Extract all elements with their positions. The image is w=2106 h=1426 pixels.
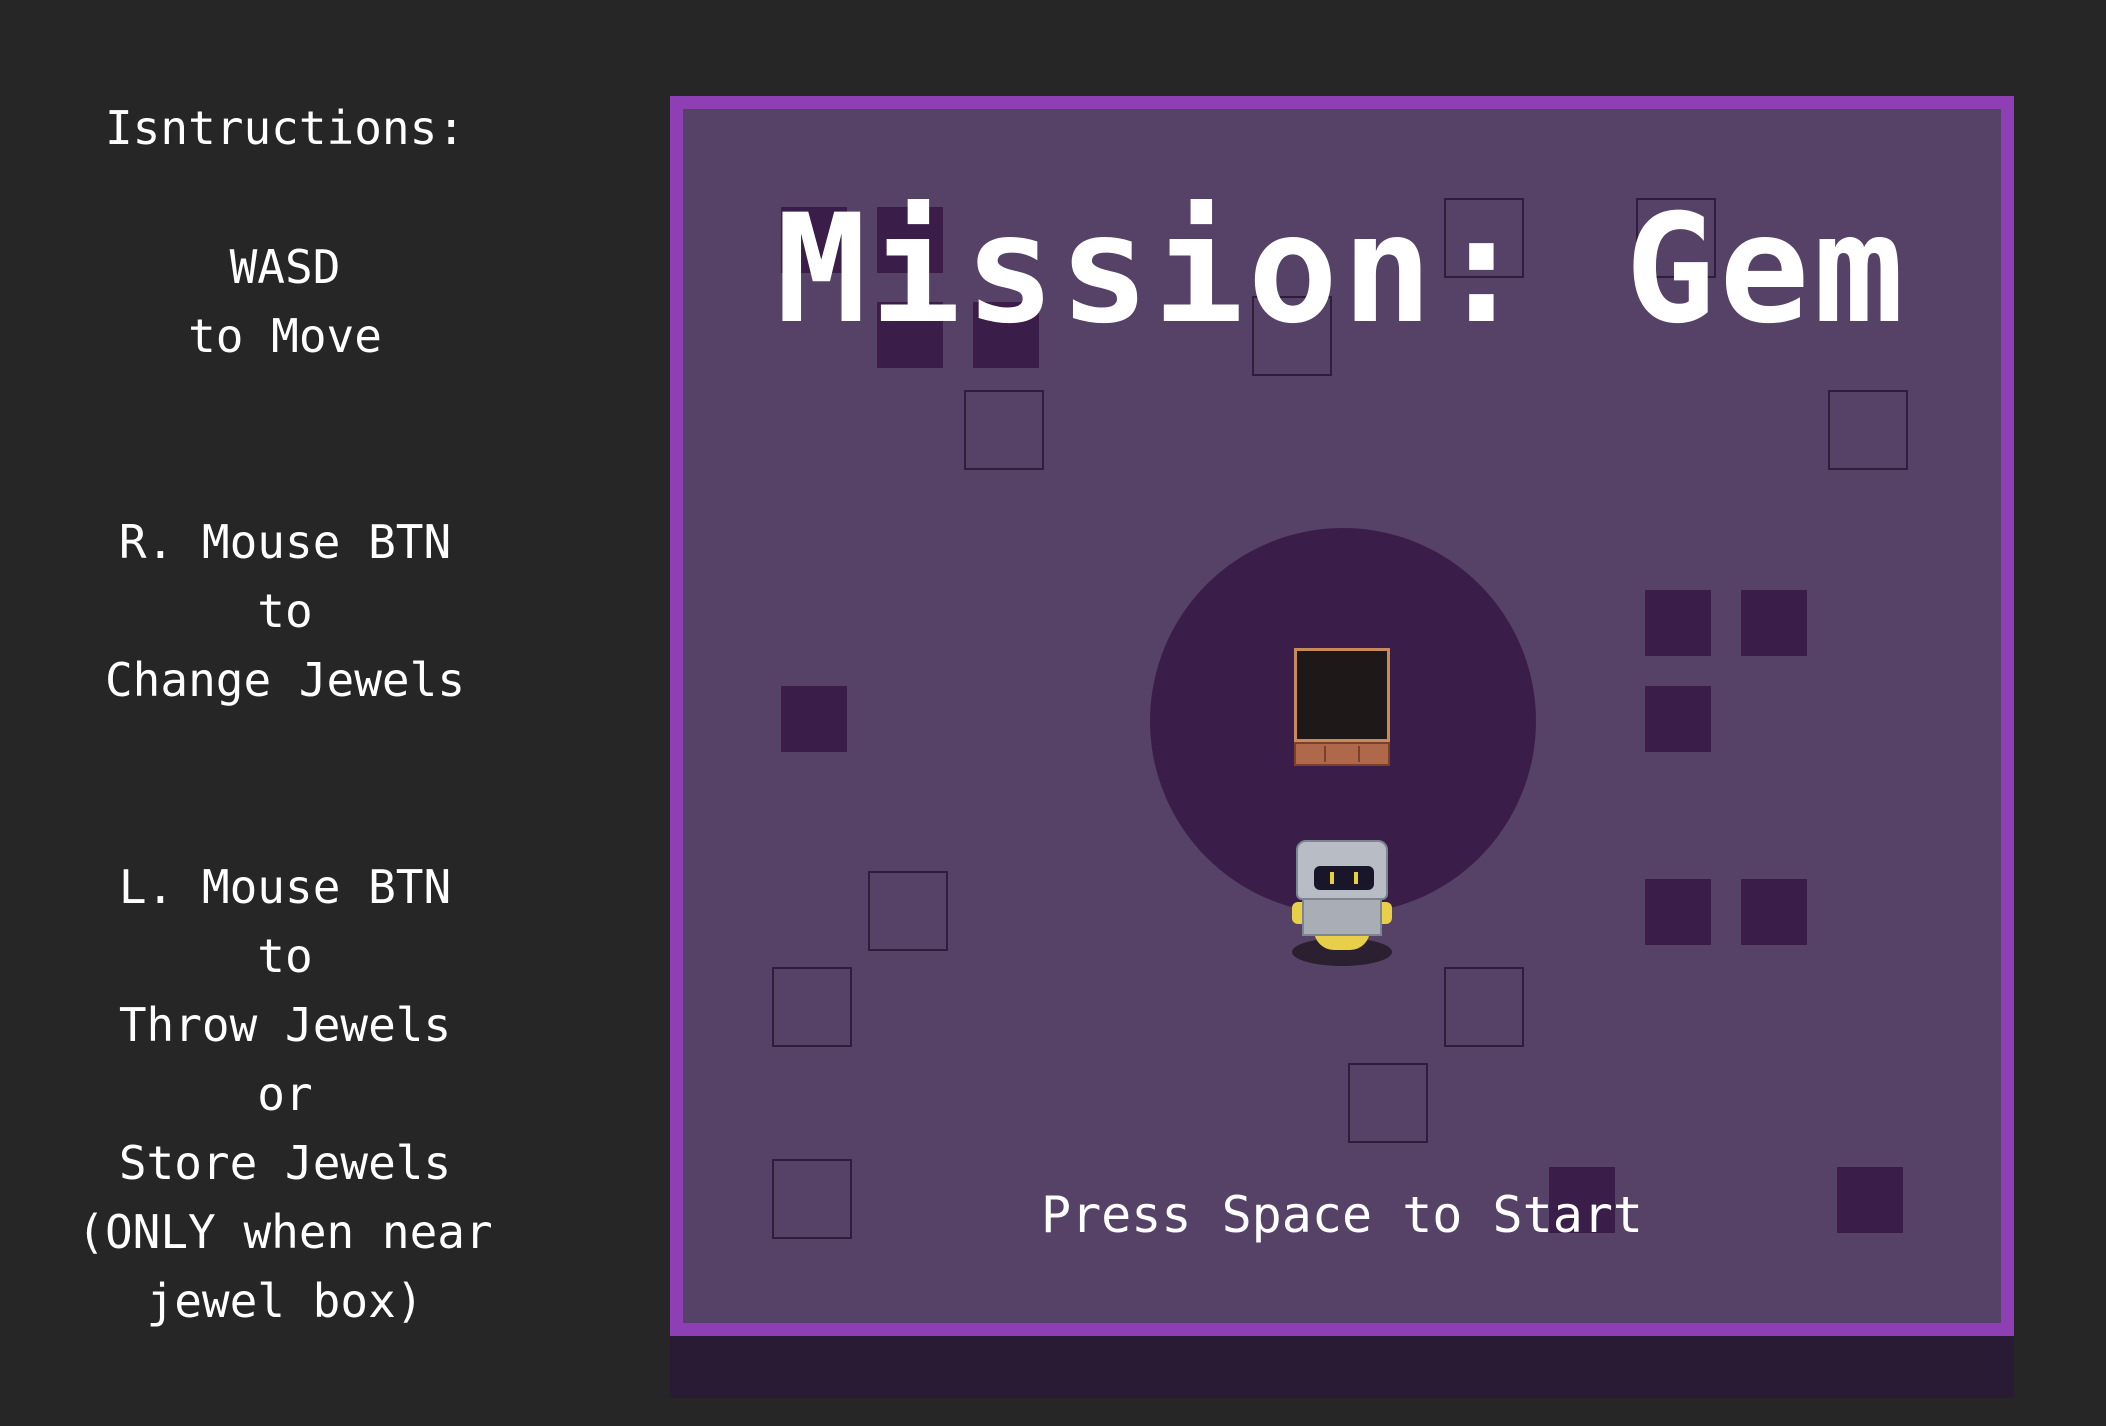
store-condition-label-2: jewel box) bbox=[146, 1274, 424, 1328]
jewel-box-base bbox=[1294, 742, 1390, 766]
throw-to-label: to bbox=[257, 929, 313, 983]
floor-tile-dark bbox=[1645, 686, 1711, 752]
move-action-label: to Move bbox=[188, 309, 382, 363]
jewel-box-icon[interactable] bbox=[1294, 648, 1390, 768]
instructions-heading: Isntructions: bbox=[104, 101, 466, 155]
player-eye-left bbox=[1330, 872, 1334, 884]
move-key-label: WASD bbox=[229, 240, 341, 294]
throw-or-label: or bbox=[257, 1067, 313, 1121]
store-action-label: Store Jewels bbox=[118, 1136, 452, 1190]
floor-tile-dark bbox=[1741, 879, 1807, 945]
instructions-panel: Isntructions: WASD to Move R. Mouse BTN … bbox=[0, 0, 570, 1426]
change-key-label: R. Mouse BTN bbox=[118, 515, 452, 569]
floor-tile-dark bbox=[1741, 590, 1807, 656]
game-title: Mission: Gem bbox=[776, 183, 1908, 357]
floor-tile-outline bbox=[964, 390, 1044, 470]
floor-tile-outline bbox=[772, 967, 852, 1047]
start-prompt: Press Space to Start bbox=[1040, 1186, 1644, 1244]
floor-tile-outline bbox=[1348, 1063, 1428, 1143]
throw-key-label: L. Mouse BTN bbox=[118, 860, 452, 914]
floor-tile-dark bbox=[781, 686, 847, 752]
floor-tile-outline bbox=[1828, 390, 1908, 470]
game-wall-shadow bbox=[670, 1336, 2014, 1398]
change-action-label: Change Jewels bbox=[104, 653, 466, 707]
player-body bbox=[1302, 898, 1382, 936]
player-eye-right bbox=[1354, 872, 1358, 884]
player-head bbox=[1296, 840, 1388, 900]
change-to-label: to bbox=[257, 584, 313, 638]
jewel-box-lid bbox=[1294, 648, 1390, 742]
player-robot-icon bbox=[1292, 838, 1392, 968]
floor-tile-dark bbox=[1645, 590, 1711, 656]
floor-tile-outline bbox=[1444, 967, 1524, 1047]
throw-action-label: Throw Jewels bbox=[118, 998, 452, 1052]
floor-tile-dark bbox=[1645, 879, 1711, 945]
store-condition-label: (ONLY when near bbox=[77, 1205, 493, 1259]
floor-tile-outline bbox=[868, 871, 948, 951]
player-visor bbox=[1314, 866, 1374, 890]
